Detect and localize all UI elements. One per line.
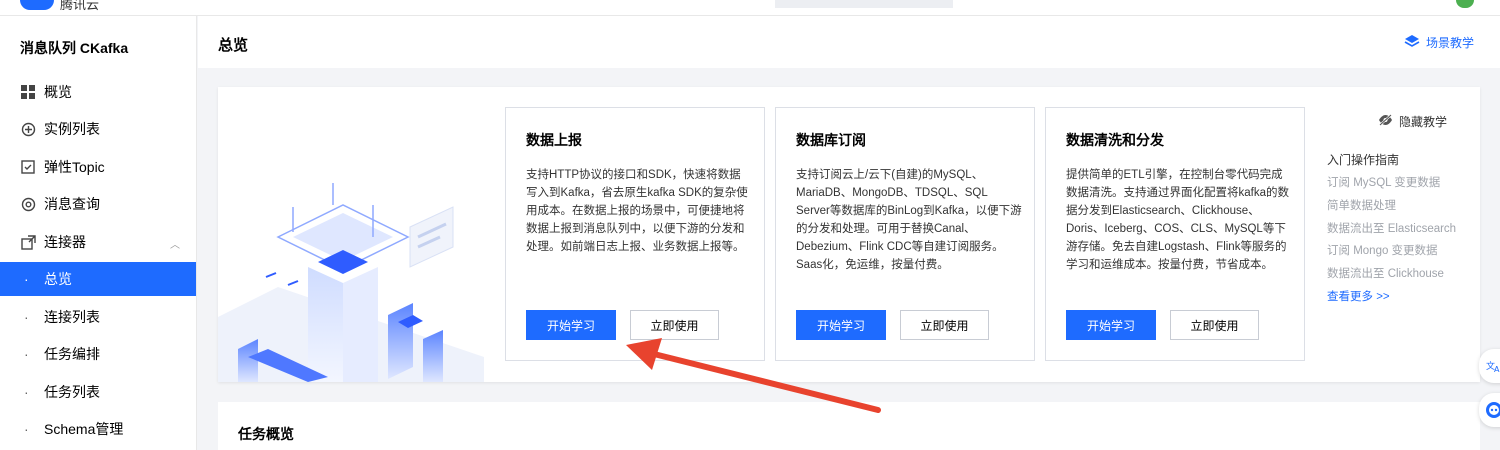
use-now-button[interactable]: 立即使用: [1170, 310, 1259, 340]
start-learning-button[interactable]: 开始学习: [1066, 310, 1156, 340]
card-description: 支持HTTP协议的接口和SDK，快速将数据写入到Kafka，省去原生kafka …: [526, 169, 748, 253]
sidebar-subitem-overview[interactable]: · 总览: [0, 262, 196, 296]
guide-heading: 入门操作指南: [1327, 153, 1400, 167]
sidebar: 消息队列 CKafka 概览 实例列表 弹性Topic 消息查询 连接器 ︿ ·…: [0, 16, 197, 450]
sidebar-item-instances[interactable]: 实例列表: [0, 112, 196, 146]
sidebar-item-label: 弹性Topic: [44, 159, 105, 175]
at-icon: [20, 196, 36, 212]
sidebar-item-label: 连接器: [44, 234, 86, 250]
card-description: 支持订阅云上/云下(自建)的MySQL、MariaDB、MongoDB、TDSQ…: [796, 169, 1022, 271]
sidebar-item-elastic-topic[interactable]: 弹性Topic: [0, 150, 196, 184]
use-now-button[interactable]: 立即使用: [630, 310, 719, 340]
tutorial-panel: 数据上报 支持HTTP协议的接口和SDK，快速将数据写入到Kafka，省去原生k…: [218, 87, 1480, 382]
eye-off-icon: [1378, 114, 1393, 129]
chevron-up-icon: ︿: [170, 240, 180, 251]
avatar[interactable]: [1456, 0, 1474, 8]
hide-tutorial-label: 隐藏教学: [1398, 115, 1447, 129]
task-overview-section: 任务概览: [218, 402, 1480, 450]
card-title: 数据上报: [526, 132, 582, 148]
getting-started-guide: 隐藏教学 入门操作指南 订阅 MySQL 变更数据 简单数据处理 数据流出至 E…: [1327, 87, 1477, 382]
isometric-illustration: [218, 87, 484, 382]
sidebar-item-label: 消息查询: [44, 196, 100, 212]
sidebar-subitem-task-orchestration[interactable]: · 任务编排: [0, 337, 196, 371]
chat-assistant-icon[interactable]: [1479, 393, 1500, 427]
sidebar-item-label: 实例列表: [44, 121, 100, 137]
instance-icon: [20, 121, 36, 137]
card-title: 数据库订阅: [796, 132, 866, 148]
layers-icon: [1404, 34, 1420, 51]
bullet-icon: ·: [24, 384, 29, 400]
sidebar-subitem-label: 连接列表: [44, 309, 100, 325]
guide-link[interactable]: 数据流出至 Clickhouse: [1327, 265, 1444, 281]
use-now-button[interactable]: 立即使用: [900, 310, 989, 340]
tencent-cloud-logo-icon[interactable]: [20, 0, 54, 10]
view-more-link[interactable]: 查看更多 >>: [1327, 288, 1390, 304]
product-name: 消息队列 CKafka: [20, 40, 129, 56]
sidebar-subitem-schema[interactable]: · Schema管理: [0, 412, 196, 446]
sidebar-subitem-task-list[interactable]: · 任务列表: [0, 375, 196, 409]
card-description: 提供简单的ETL引擎，在控制台零代码完成数据清洗。支持通过界面化配置将kafka…: [1066, 169, 1289, 271]
sidebar-subitem-label: 任务列表: [44, 384, 100, 400]
grid-icon: [20, 84, 36, 100]
bullet-icon: ·: [24, 309, 29, 325]
page-header: 总览 场景教学: [198, 16, 1500, 68]
guide-link[interactable]: 订阅 Mongo 变更数据: [1327, 242, 1438, 258]
svg-text:A: A: [1494, 365, 1500, 373]
connector-icon: [20, 234, 36, 250]
page-title: 总览: [218, 37, 249, 54]
scene-tutorial-link[interactable]: 场景教学: [1404, 34, 1474, 51]
guide-link[interactable]: 订阅 MySQL 变更数据: [1327, 174, 1440, 190]
guide-link[interactable]: 数据流出至 Elasticsearch: [1327, 220, 1456, 236]
card-database-subscription: 数据库订阅 支持订阅云上/云下(自建)的MySQL、MariaDB、MongoD…: [775, 107, 1035, 361]
sidebar-item-label: 概览: [44, 84, 72, 100]
sidebar-subitem-label: 任务编排: [44, 346, 100, 362]
scene-tutorial-label: 场景教学: [1425, 36, 1474, 50]
sidebar-item-connector[interactable]: 连接器 ︿: [0, 225, 196, 259]
card-data-cleaning: 数据清洗和分发 提供简单的ETL引擎，在控制台零代码完成数据清洗。支持通过界面化…: [1045, 107, 1305, 361]
section-title: 任务概览: [238, 426, 294, 442]
sidebar-item-message-query[interactable]: 消息查询: [0, 187, 196, 221]
logo-text: 腾讯云: [60, 0, 100, 12]
card-title: 数据清洗和分发: [1066, 132, 1164, 148]
start-learning-button[interactable]: 开始学习: [526, 310, 616, 340]
guide-link[interactable]: 简单数据处理: [1327, 197, 1396, 213]
top-bar: 腾讯云: [0, 0, 1500, 16]
sidebar-item-overview[interactable]: 概览: [0, 75, 196, 109]
sidebar-subitem-label: Schema管理: [44, 421, 124, 437]
start-learning-button[interactable]: 开始学习: [796, 310, 886, 340]
hide-tutorial-button[interactable]: 隐藏教学: [1378, 113, 1447, 130]
bullet-icon: ·: [24, 271, 29, 287]
top-search-box[interactable]: [775, 0, 953, 8]
card-data-reporting: 数据上报 支持HTTP协议的接口和SDK，快速将数据写入到Kafka，省去原生k…: [505, 107, 765, 361]
translate-icon[interactable]: 文A: [1479, 349, 1500, 383]
bullet-icon: ·: [24, 346, 29, 362]
checkbox-icon: [20, 159, 36, 175]
bullet-icon: ·: [24, 421, 29, 437]
sidebar-subitem-label: 总览: [44, 271, 72, 287]
sidebar-subitem-connections[interactable]: · 连接列表: [0, 300, 196, 334]
